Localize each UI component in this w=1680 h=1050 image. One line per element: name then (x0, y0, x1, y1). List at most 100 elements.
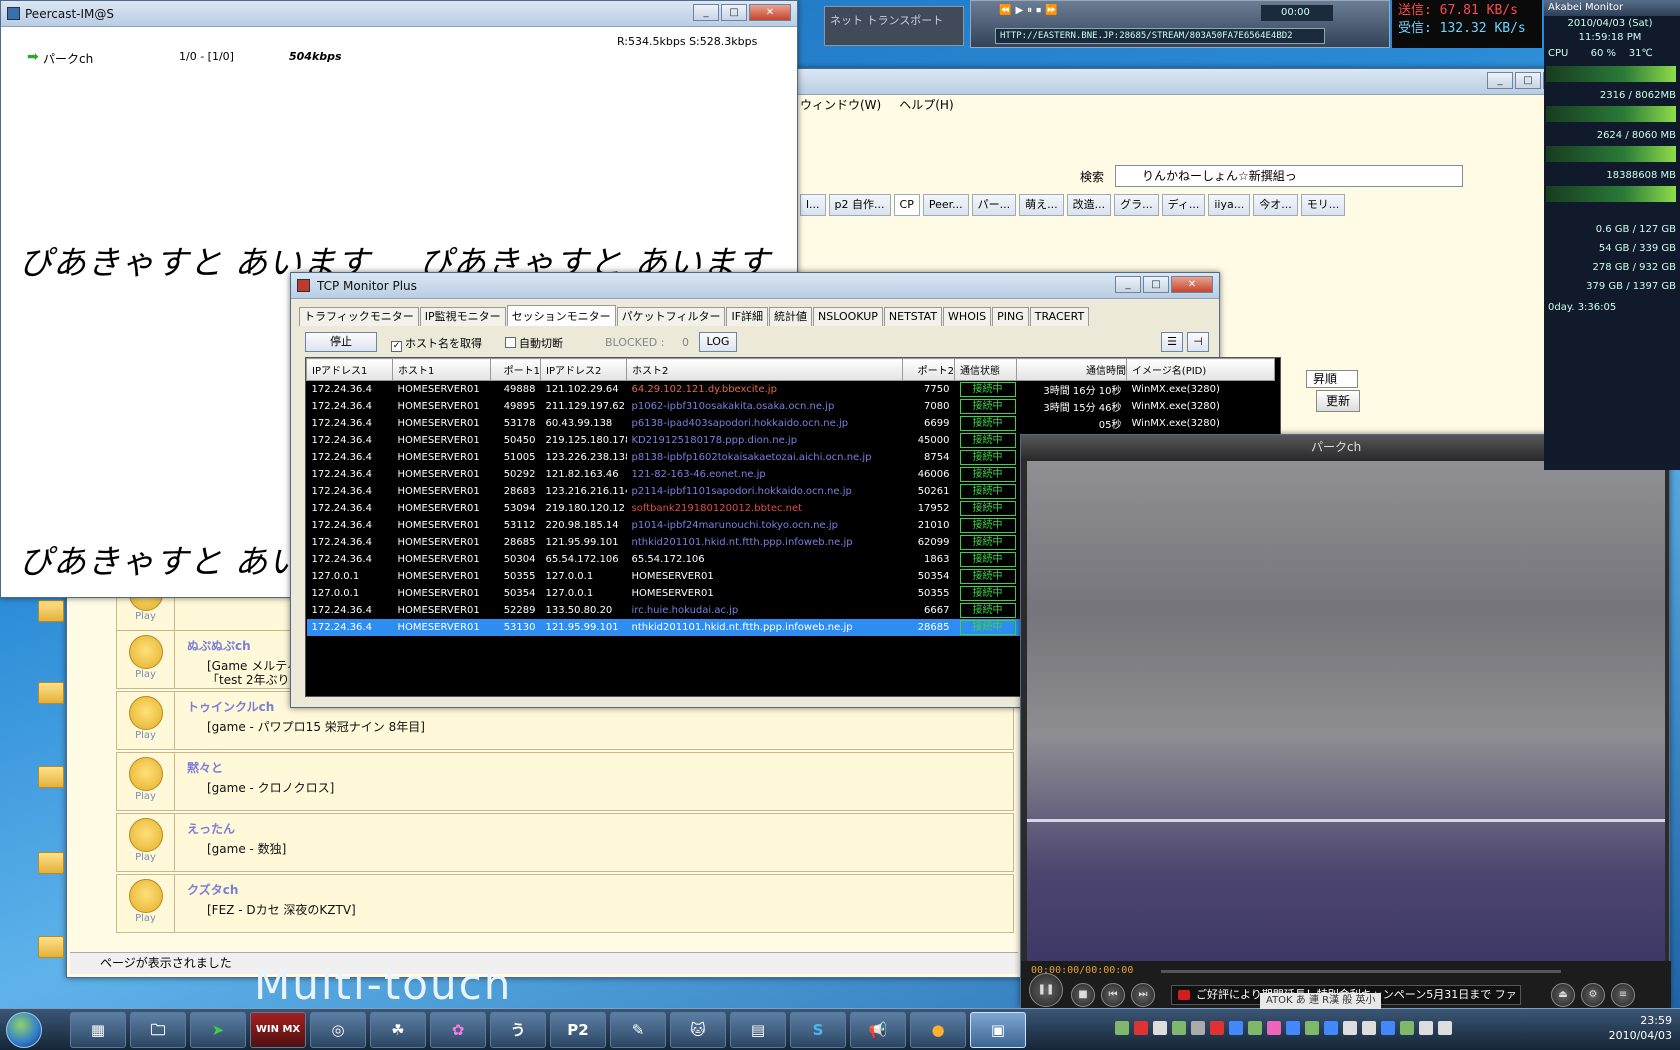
taskbar-app[interactable]: ▣ (970, 1012, 1026, 1048)
tray-icon[interactable] (1191, 1021, 1205, 1035)
taskbar-app[interactable]: う (490, 1012, 546, 1048)
column-header[interactable]: イメージ名(PID) (1126, 358, 1275, 381)
channel-name[interactable]: パークch (43, 50, 93, 67)
folder-icon[interactable] (38, 682, 64, 704)
stop-icon[interactable]: ⏹ (1036, 5, 1041, 16)
tab-ip-monitor[interactable]: IP監視モニター (419, 307, 506, 326)
channel-name[interactable]: ぬぷぬぷch (187, 637, 251, 654)
table-row[interactable]: 172.24.36.4 HOMESERVER01 49895 211.129.197.… (307, 398, 1275, 415)
channel-name[interactable]: 黙々と (187, 759, 223, 776)
forward-icon[interactable]: ⏩ (1045, 5, 1057, 16)
taskbar-app[interactable]: 📢 (850, 1012, 906, 1048)
taskbar-app[interactable]: ✿ (430, 1012, 486, 1048)
taskbar-app[interactable]: ▦ (70, 1012, 126, 1048)
play-icon[interactable]: ▶ (1015, 5, 1023, 16)
tray-icon[interactable] (1210, 1021, 1224, 1035)
browser-tab[interactable]: 今オ... (1253, 194, 1298, 216)
maximize-button[interactable]: □ (1515, 72, 1541, 89)
net-transport-widget[interactable]: ネット トランスポート (824, 6, 964, 46)
taskbar-app[interactable]: ✎ (610, 1012, 666, 1048)
browser-tab[interactable]: モリ... (1300, 194, 1346, 216)
close-button[interactable]: ✕ (749, 4, 791, 21)
tab-tracert[interactable]: TRACERT (1029, 307, 1090, 326)
play-link[interactable]: Play (117, 611, 174, 622)
table-row[interactable]: 172.24.36.4 HOMESERVER01 49888 121.102.29.6… (307, 381, 1275, 398)
minimize-button[interactable]: _ (693, 4, 719, 21)
taskbar-app[interactable]: ▤ (730, 1012, 786, 1048)
pin-icon[interactable]: ⊣ (1187, 332, 1209, 352)
tray-icon[interactable] (1305, 1021, 1319, 1035)
tray-icon[interactable] (1248, 1021, 1262, 1035)
folder-icon[interactable] (38, 766, 64, 788)
stream-url[interactable]: HTTP://EASTERN.BNE.JP:28685/STREAM/803A5… (995, 28, 1325, 44)
tray-icon[interactable] (1229, 1021, 1243, 1035)
browser-tab[interactable]: ディ... (1161, 194, 1206, 216)
tab-netstat[interactable]: NETSTAT (883, 307, 943, 326)
tab-nslookup[interactable]: NSLOOKUP (813, 307, 883, 326)
folder-icon[interactable] (38, 600, 64, 622)
checkbox-checked[interactable]: ✓ (391, 341, 402, 352)
list-view-icon[interactable]: ☰ (1161, 332, 1183, 352)
column-header[interactable]: ポート2 (902, 358, 955, 381)
tab-stats[interactable]: 統計値 (769, 307, 813, 326)
tray-icon[interactable] (1362, 1021, 1376, 1035)
peercast-titlebar[interactable]: Peercast-IM@S _ □ ✕ (1, 1, 797, 27)
tab-whois[interactable]: WHOIS (943, 307, 992, 326)
column-header[interactable]: ホスト2 (626, 358, 903, 381)
tray-icon[interactable] (1419, 1021, 1433, 1035)
browser-tab[interactable]: 萌え... (1019, 194, 1064, 216)
search-input[interactable]: りんかねーしょん☆新撰組っ (1115, 165, 1463, 187)
pause-icon[interactable]: ❚❚ (1029, 973, 1063, 1007)
browser-tab[interactable]: l... (800, 194, 826, 216)
list-item[interactable]: Play クズタch [FEZ - Dカセ 深夜のKZTV] (116, 874, 1014, 933)
ime-bar[interactable]: ATOK あ 連 R漢 般 英小 (1260, 993, 1382, 1009)
browser-tab[interactable]: 改造... (1066, 194, 1112, 216)
play-link[interactable]: Play (117, 669, 174, 680)
prev-icon[interactable]: ⏮ (1101, 983, 1125, 1007)
log-button[interactable]: LOG (699, 332, 737, 352)
channel-name[interactable]: クズタch (187, 881, 238, 898)
settings-icon[interactable]: ⚙ (1581, 983, 1605, 1007)
sort-select[interactable]: 昇順 (1306, 370, 1358, 388)
taskbar-app[interactable]: ◎ (310, 1012, 366, 1048)
minimize-button[interactable]: _ (1487, 72, 1513, 89)
taskbar-app[interactable]: ● (910, 1012, 966, 1048)
tab-session-monitor[interactable]: セッションモニター (506, 305, 616, 326)
menu-icon[interactable]: ≡ (1611, 983, 1635, 1007)
tray-icon[interactable] (1400, 1021, 1414, 1035)
list-item[interactable]: Play えったん [game - 数独] (116, 813, 1014, 872)
channel-name[interactable]: えったん (187, 820, 235, 837)
column-header[interactable]: IPアドレス1 (306, 358, 393, 381)
tab-traffic[interactable]: トラフィックモニター (299, 307, 419, 326)
taskbar-app[interactable]: ➤ (190, 1012, 246, 1048)
maximize-button[interactable]: □ (721, 4, 747, 21)
stop-button[interactable]: 停止 (305, 332, 377, 352)
eject-icon[interactable]: ⏏ (1551, 983, 1575, 1007)
column-header[interactable]: IPアドレス2 (540, 358, 627, 381)
taskbar-app[interactable]: S (790, 1012, 846, 1048)
tab-ping[interactable]: PING (992, 307, 1029, 326)
tray-icon[interactable] (1153, 1021, 1167, 1035)
tray-icon[interactable] (1381, 1021, 1395, 1035)
taskbar-app[interactable]: ☘ (370, 1012, 426, 1048)
close-button[interactable]: ✕ (1171, 276, 1213, 293)
tray-icon[interactable] (1438, 1021, 1452, 1035)
rewind-icon[interactable]: ⏪ (999, 5, 1011, 16)
play-link[interactable]: Play (117, 791, 174, 802)
get-hostname-checkbox[interactable]: ✓ ホスト名を取得 (391, 335, 482, 352)
auto-disconnect-checkbox[interactable]: 自動切断 (505, 335, 563, 351)
table-row[interactable]: 172.24.36.4 HOMESERVER01 53178 60.43.99.138… (307, 415, 1275, 432)
video-area[interactable] (1027, 461, 1665, 961)
browser-tab[interactable]: Peer... (922, 194, 969, 216)
stop-icon[interactable]: ■ (1071, 983, 1095, 1007)
browser-tab[interactable]: グラ... (1114, 194, 1159, 216)
next-icon[interactable]: ⏭ (1131, 983, 1155, 1007)
browser-tab[interactable]: CP (893, 194, 920, 216)
start-button[interactable] (6, 1012, 42, 1048)
tray-icon[interactable] (1343, 1021, 1357, 1035)
tray-icon[interactable] (1115, 1021, 1129, 1035)
browser-tab[interactable]: パー... (971, 194, 1017, 216)
tray-icon[interactable] (1267, 1021, 1281, 1035)
tray-icon[interactable] (1172, 1021, 1186, 1035)
minimize-button[interactable]: _ (1115, 276, 1141, 293)
